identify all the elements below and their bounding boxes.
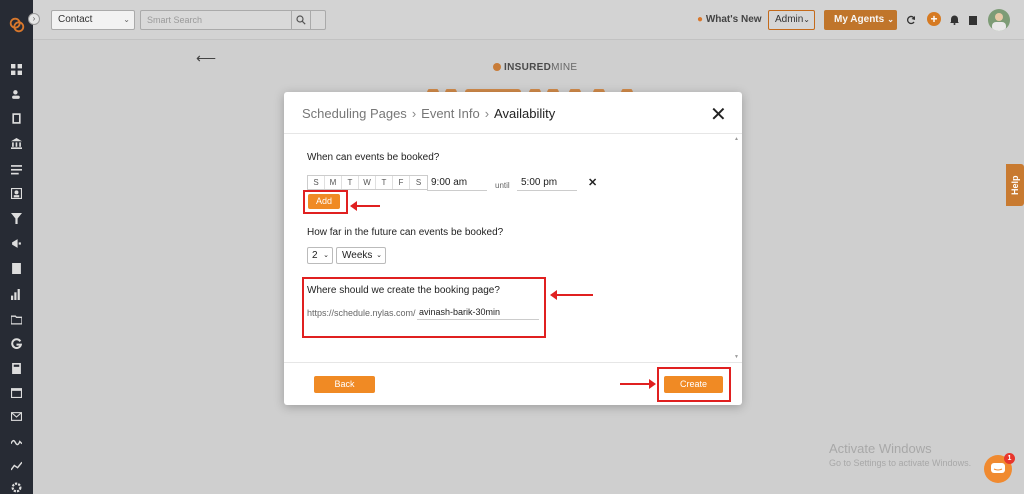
day-sunday[interactable]: S xyxy=(308,176,325,189)
search-icon xyxy=(296,15,306,25)
notes-icon[interactable] xyxy=(9,261,24,276)
my-agents-button[interactable]: My Agents ⌄ xyxy=(824,10,897,30)
admin-select[interactable]: Admin ⌄ xyxy=(768,10,815,30)
filter-icon[interactable] xyxy=(9,211,24,226)
reports-icon[interactable] xyxy=(9,287,24,302)
profile-card-icon[interactable] xyxy=(9,186,24,201)
dashboard-icon[interactable] xyxy=(9,62,24,77)
fire-icon: ● xyxy=(697,14,704,25)
modal-header: Scheduling Pages › Event Info › Availability… xyxy=(284,92,742,134)
day-saturday[interactable]: S xyxy=(410,176,427,189)
breadcrumb: Scheduling Pages › Event Info › Availability xyxy=(302,106,555,121)
mail-icon[interactable] xyxy=(9,409,24,424)
scroll-up-icon[interactable]: ▲ xyxy=(734,136,739,142)
logo-mark-icon xyxy=(493,63,501,71)
refresh-icon[interactable] xyxy=(905,14,917,26)
availability-modal: Scheduling Pages › Event Info › Availability… xyxy=(284,92,742,405)
admin-select-label: Admin xyxy=(775,14,804,25)
day-friday[interactable]: F xyxy=(393,176,410,189)
settings-icon[interactable] xyxy=(9,480,24,494)
whats-new-link[interactable]: ● What's New xyxy=(697,14,762,25)
notification-bell-icon[interactable] xyxy=(948,14,960,26)
chevron-down-icon: ⌄ xyxy=(323,252,329,259)
end-time-input[interactable]: 5:00 pm xyxy=(517,177,577,191)
add-button[interactable]: + xyxy=(927,12,941,26)
back-arrow-icon[interactable]: ⟵ xyxy=(196,50,216,67)
brand-insured: INSURED xyxy=(504,62,552,73)
future-unit-select[interactable]: Weeks ⌄ xyxy=(336,247,386,264)
help-tab[interactable]: Help xyxy=(1006,164,1024,206)
app-logo-icon[interactable] xyxy=(8,16,26,34)
annotation-arrow-create xyxy=(620,379,656,389)
contact-select-label: Contact xyxy=(58,14,93,25)
close-icon[interactable]: ✕ xyxy=(710,102,727,127)
start-time-input[interactable]: 9:00 am xyxy=(427,177,487,191)
clipboard-icon[interactable] xyxy=(967,14,979,26)
contact-select[interactable]: Contact ⌄ xyxy=(51,10,135,30)
expand-sidebar-icon[interactable]: › xyxy=(28,13,40,25)
day-wednesday[interactable]: W xyxy=(359,176,376,189)
contacts-icon[interactable] xyxy=(9,87,24,102)
chevron-right-icon: › xyxy=(411,106,417,121)
future-number-value: 2 xyxy=(312,250,318,261)
chat-badge: 1 xyxy=(1004,453,1015,464)
calendar-icon[interactable] xyxy=(9,385,24,400)
chat-icon xyxy=(991,463,1005,473)
future-question: How far in the future can events be book… xyxy=(307,227,504,238)
list-icon[interactable] xyxy=(9,162,24,177)
google-icon[interactable] xyxy=(9,336,24,351)
breadcrumb-availability: Availability xyxy=(494,106,556,121)
future-number-select[interactable]: 2 ⌄ xyxy=(307,247,333,264)
search-button[interactable] xyxy=(291,10,311,30)
signature-icon[interactable] xyxy=(9,434,24,449)
annotation-arrow-add xyxy=(350,201,380,211)
documents-icon[interactable] xyxy=(9,111,24,126)
chevron-down-icon: ⌄ xyxy=(123,15,130,24)
remove-time-range-icon[interactable]: ✕ xyxy=(588,176,597,189)
user-avatar[interactable] xyxy=(988,9,1010,31)
until-label: until xyxy=(495,181,510,190)
calculator-icon[interactable] xyxy=(9,361,24,376)
annotation-box-booking-url xyxy=(302,277,546,338)
day-monday[interactable]: M xyxy=(325,176,342,189)
chevron-down-icon: ⌄ xyxy=(887,15,894,24)
annotation-arrow-booking-url xyxy=(550,290,593,300)
top-bar: Contact ⌄ Smart Search ● What's New Admin… xyxy=(33,0,1024,40)
day-thursday[interactable]: T xyxy=(376,176,393,189)
my-agents-label: My Agents xyxy=(834,14,885,25)
annotation-box-create xyxy=(657,367,731,402)
insuredmine-logo: INSUREDMINE xyxy=(493,62,577,73)
breadcrumb-event-info[interactable]: Event Info xyxy=(421,106,480,121)
day-selector: S M T W T F S xyxy=(307,175,428,190)
activate-windows-title: Activate Windows xyxy=(829,441,932,456)
annotation-box-add xyxy=(303,190,348,214)
day-tuesday[interactable]: T xyxy=(342,176,359,189)
megaphone-icon[interactable] xyxy=(9,236,24,251)
future-unit-value: Weeks xyxy=(342,250,373,261)
bank-icon[interactable] xyxy=(9,136,24,151)
chevron-down-icon: ⌄ xyxy=(803,15,810,24)
chevron-down-icon: ⌄ xyxy=(376,252,382,259)
sidebar: › xyxy=(0,0,40,494)
activate-windows-subtitle: Go to Settings to activate Windows. xyxy=(829,458,972,468)
folder-icon[interactable] xyxy=(9,312,24,327)
whats-new-label: What's New xyxy=(705,14,762,25)
back-button[interactable]: Back xyxy=(314,376,375,393)
modal-scrollbar[interactable]: ▲ ▼ xyxy=(734,136,740,360)
chevron-right-icon: › xyxy=(484,106,490,121)
when-question: When can events be booked? xyxy=(307,152,440,163)
breadcrumb-scheduling-pages[interactable]: Scheduling Pages xyxy=(302,106,407,121)
analytics-icon[interactable] xyxy=(9,458,24,473)
brand-mine: MINE xyxy=(551,62,578,73)
scroll-down-icon[interactable]: ▼ xyxy=(734,354,739,360)
